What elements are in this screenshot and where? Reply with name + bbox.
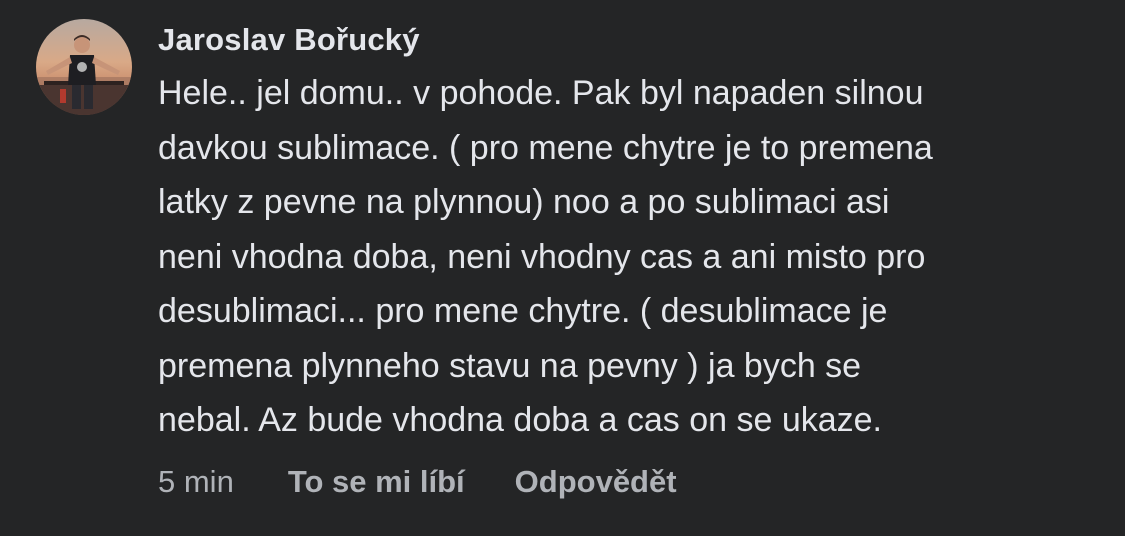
comment-text-line: Hele.. jel domu.. v pohode. Pak byl napa… xyxy=(158,74,924,112)
comment-text-line: davkou sublimace. ( pro mene chytre je t… xyxy=(158,128,933,167)
comment-text-line: premena plynneho stavu na pevny ) ja byc… xyxy=(158,346,862,385)
comment-text-line: latky z pevne na plynnou) noo a po subli… xyxy=(158,183,890,221)
comment-author-name[interactable]: Jaroslav Bořucký xyxy=(158,22,420,58)
comment-actions: 5 min To se mi líbí Odpovědět xyxy=(158,460,677,504)
like-button[interactable]: To se mi líbí xyxy=(288,464,465,500)
comment-text-line: neni vhodna doba, neni vhodny cas a ani … xyxy=(158,237,926,276)
comment: Jaroslav Bořucký Hele.. jel domu.. v poh… xyxy=(0,0,1125,536)
avatar[interactable] xyxy=(36,19,132,115)
comment-timestamp[interactable]: 5 min xyxy=(158,464,234,500)
reply-button[interactable]: Odpovědět xyxy=(515,464,677,500)
comment-text: Hele.. jel domu.. v pohode. Pak byl napa… xyxy=(158,66,1108,448)
comment-text-line: nebal. Az bude vhodna doba a cas on se u… xyxy=(158,401,882,439)
comment-text-line: desublimaci... pro mene chytre. ( desubl… xyxy=(158,292,888,330)
avatar-photo-icon xyxy=(36,19,132,115)
